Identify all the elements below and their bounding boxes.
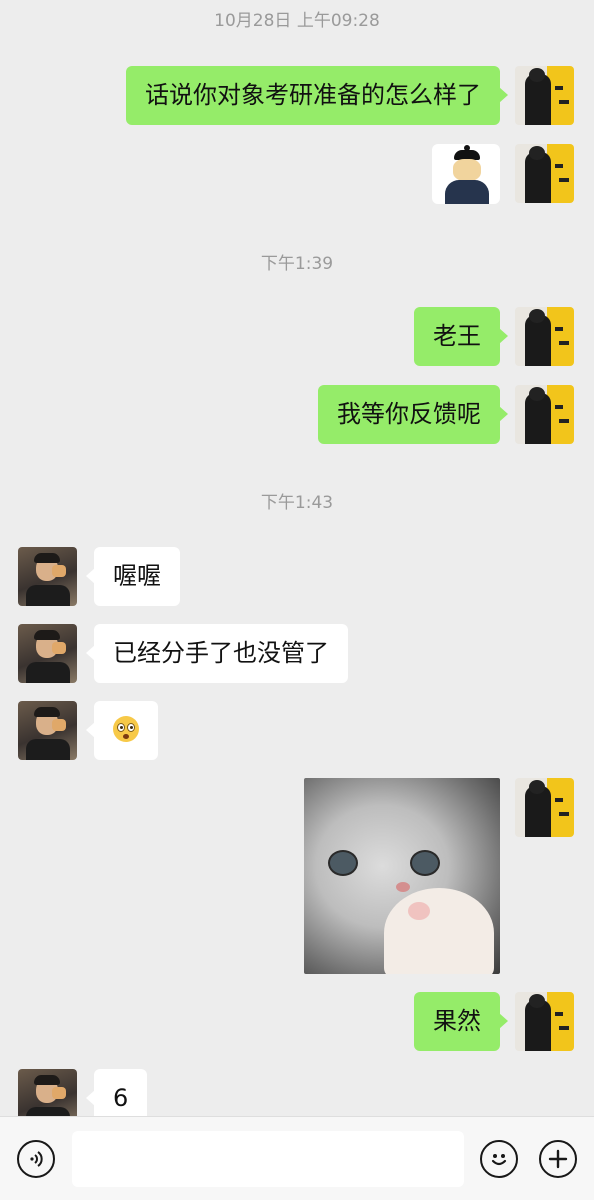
cat-paw <box>384 888 494 974</box>
avatar-shirt <box>26 662 70 683</box>
plus-icon[interactable] <box>539 1140 577 1178</box>
avatar-hand <box>52 719 66 731</box>
avatar-head <box>529 68 545 82</box>
avatar-hair <box>34 553 60 563</box>
message-row-incoming: 6 <box>0 1069 594 1116</box>
input-bar <box>0 1116 594 1200</box>
message-row-incoming <box>0 701 594 761</box>
contact-avatar[interactable] <box>18 1069 77 1116</box>
avatar-decoration <box>559 419 569 423</box>
contact-avatar[interactable] <box>18 624 77 683</box>
my-avatar[interactable] <box>515 144 574 203</box>
avatar-shirt <box>26 739 70 760</box>
avatar-decoration <box>555 405 563 409</box>
message-bubble[interactable]: 果然 <box>414 992 508 1051</box>
my-avatar[interactable] <box>515 778 574 837</box>
contact-avatar[interactable] <box>18 547 77 606</box>
my-avatar[interactable] <box>515 992 574 1051</box>
avatar-hair <box>34 707 60 717</box>
cat-nose <box>396 882 410 892</box>
voice-waves-icon <box>30 1151 43 1167</box>
chat-message-list[interactable]: 10月28日 上午09:28 话说你对象考研准备的怎么样了 下午1:39 老王 <box>0 0 594 1116</box>
avatar-decoration <box>555 164 563 168</box>
avatar-hair <box>34 1075 60 1085</box>
sticker-dog-face <box>453 159 481 181</box>
smiley-face-icon <box>491 1154 507 1166</box>
cat-eye <box>410 850 440 876</box>
emoji-mouth <box>123 734 129 739</box>
my-avatar[interactable] <box>515 385 574 444</box>
avatar-decoration <box>559 812 569 816</box>
avatar-decoration <box>559 178 569 182</box>
message-bubble[interactable]: 话说你对象考研准备的怎么样了 <box>126 66 508 125</box>
flushed-face-emoji-icon <box>113 716 139 742</box>
smiley-icon[interactable] <box>480 1140 518 1178</box>
avatar-shirt <box>26 585 70 606</box>
message-row-incoming: 已经分手了也没管了 <box>0 624 594 684</box>
message-bubble[interactable]: 老王 <box>414 307 508 366</box>
doge-sticker[interactable] <box>432 144 500 204</box>
avatar-hand <box>52 565 66 577</box>
avatar-hand <box>52 1087 66 1099</box>
avatar-head <box>529 994 545 1008</box>
message-row-outgoing: 话说你对象考研准备的怎么样了 <box>0 66 594 126</box>
avatar-decoration <box>559 341 569 345</box>
avatar-head <box>529 146 545 160</box>
avatar-head <box>529 387 545 401</box>
avatar-decoration <box>555 1012 563 1016</box>
avatar-head <box>529 309 545 323</box>
message-bubble[interactable] <box>86 701 158 760</box>
avatar-shirt <box>26 1107 70 1116</box>
avatar-decoration <box>559 100 569 104</box>
my-avatar[interactable] <box>515 66 574 125</box>
timestamp: 下午1:43 <box>260 493 334 513</box>
message-row-outgoing: 果然 <box>0 992 594 1052</box>
avatar-decoration <box>555 86 563 90</box>
voice-icon[interactable] <box>17 1140 55 1178</box>
avatar-hand <box>52 642 66 654</box>
message-row-outgoing: 老王 <box>0 307 594 367</box>
sticker-coat <box>445 180 489 204</box>
my-avatar[interactable] <box>515 307 574 366</box>
plus-sign-icon <box>548 1149 568 1169</box>
message-row-outgoing <box>0 778 594 838</box>
avatar-decoration <box>559 1026 569 1030</box>
timestamp: 下午1:39 <box>260 254 334 274</box>
message-bubble[interactable]: 我等你反馈呢 <box>318 385 508 444</box>
cat-paw-pad <box>408 902 430 920</box>
emoji-eye <box>127 723 135 732</box>
message-bubble[interactable]: 已经分手了也没管了 <box>86 624 348 683</box>
timestamp: 10月28日 上午09:28 <box>214 11 380 31</box>
message-bubble[interactable]: 6 <box>85 1069 148 1116</box>
emoji-eye <box>117 723 125 732</box>
avatar-hair <box>34 630 60 640</box>
avatar-head <box>529 780 545 794</box>
message-row-outgoing <box>0 144 594 204</box>
contact-avatar[interactable] <box>18 701 77 760</box>
message-row-incoming: 喔喔 <box>0 547 594 607</box>
avatar-decoration <box>555 798 563 802</box>
message-row-outgoing: 我等你反馈呢 <box>0 385 594 445</box>
cat-eye <box>328 850 358 876</box>
message-bubble[interactable]: 喔喔 <box>86 547 180 606</box>
avatar-decoration <box>555 327 563 331</box>
message-input[interactable] <box>72 1131 464 1187</box>
